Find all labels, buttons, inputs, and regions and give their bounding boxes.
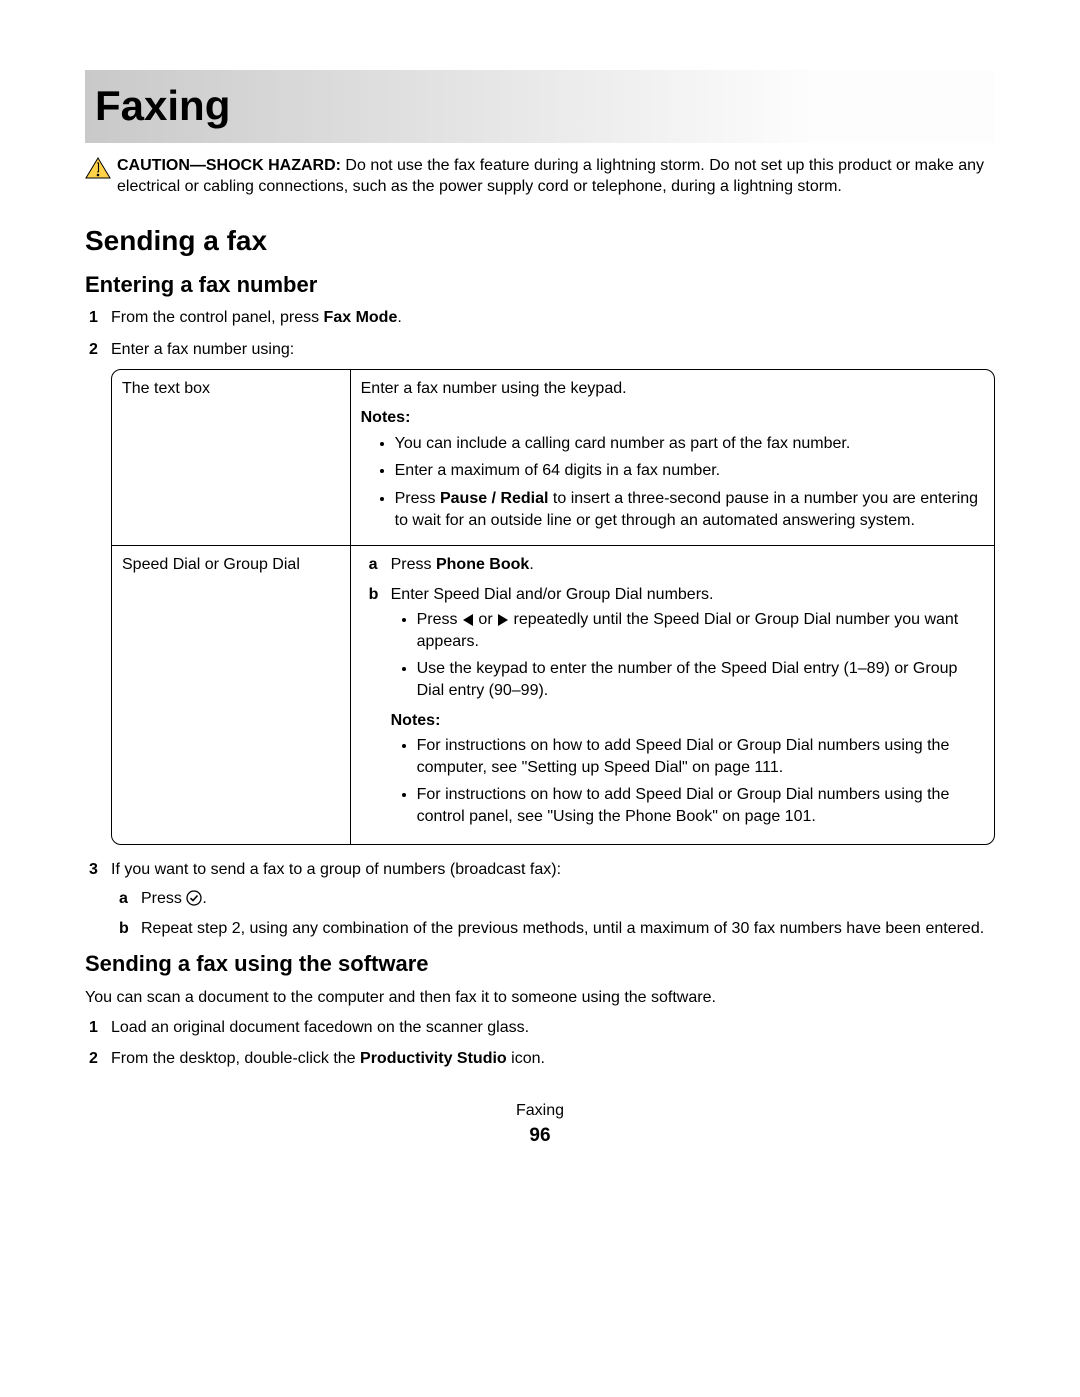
sw-step2-post: icon.	[507, 1050, 545, 1067]
page-footer: Faxing 96	[85, 1100, 995, 1149]
list-item: Press .	[111, 888, 995, 910]
step3-a-pre: Press	[141, 890, 186, 907]
list-item: Use the keypad to enter the number of th…	[417, 658, 984, 701]
cell-speed-dial-content: Press Phone Book. Enter Speed Dial and/o…	[350, 546, 994, 844]
cell-text-box-label: The text box	[112, 370, 350, 546]
step-3-lettered: Press . Repeat step 2, using any combina…	[111, 888, 995, 939]
sw-step-1: Load an original document facedown on th…	[85, 1017, 995, 1039]
step-1-pre: From the control panel, press	[111, 309, 324, 326]
step-1: From the control panel, press Fax Mode.	[85, 307, 995, 329]
chapter-title: Faxing	[85, 70, 995, 143]
list-item: For instructions on how to add Speed Dia…	[417, 784, 984, 827]
caution-text: CAUTION—SHOCK HAZARD: Do not use the fax…	[117, 155, 995, 198]
step-1-post: .	[397, 309, 401, 326]
right-arrow-icon	[497, 613, 509, 627]
warning-icon	[85, 157, 111, 179]
check-circle-icon	[186, 890, 202, 906]
list-item: Enter a maximum of 64 digits in a fax nu…	[395, 460, 984, 482]
steps-software: Load an original document facedown on th…	[85, 1017, 995, 1070]
left-arrow-icon	[462, 613, 474, 627]
row2-a-post: .	[529, 556, 533, 573]
step-3-intro: If you want to send a fax to a group of …	[111, 861, 561, 878]
row1-b3-bold: Pause / Redial	[440, 490, 549, 507]
row2-sub1-pre: Press	[417, 611, 462, 628]
row2-sublist: Press or repeatedly until the Speed Dial…	[391, 609, 984, 701]
notes-label: Notes:	[361, 407, 984, 429]
step-2: Enter a fax number using: The text box E…	[85, 339, 995, 845]
step-2-text: Enter a fax number using:	[111, 341, 294, 358]
list-item: Enter Speed Dial and/or Group Dial numbe…	[361, 584, 984, 828]
cell-text-box-content: Enter a fax number using the keypad. Not…	[350, 370, 994, 546]
table-row: Speed Dial or Group Dial Press Phone Boo…	[112, 546, 994, 844]
notes-label: Notes:	[391, 710, 984, 732]
step3-a-post: .	[202, 890, 206, 907]
caution-label: CAUTION—SHOCK HAZARD:	[117, 157, 341, 174]
software-intro: You can scan a document to the computer …	[85, 987, 995, 1009]
subsection-sending-via-software: Sending a fax using the software	[85, 949, 995, 979]
list-item: For instructions on how to add Speed Dia…	[417, 735, 984, 778]
table-row: The text box Enter a fax number using th…	[112, 370, 994, 546]
footer-chapter-label: Faxing	[85, 1100, 995, 1122]
row2-sub1-mid: or	[474, 611, 497, 628]
list-item: You can include a calling card number as…	[395, 433, 984, 455]
footer-page-number: 96	[85, 1123, 995, 1149]
list-item: Repeat step 2, using any combination of …	[111, 918, 995, 940]
row1-intro: Enter a fax number using the keypad.	[361, 378, 984, 400]
row2-b-text: Enter Speed Dial and/or Group Dial numbe…	[391, 586, 714, 603]
row2-lettered: Press Phone Book. Enter Speed Dial and/o…	[361, 554, 984, 828]
list-item: Press or repeatedly until the Speed Dial…	[417, 609, 984, 652]
sw-step2-bold: Productivity Studio	[360, 1050, 507, 1067]
row1-notes-list: You can include a calling card number as…	[361, 433, 984, 531]
fax-method-table: The text box Enter a fax number using th…	[111, 369, 995, 845]
row2-a-bold: Phone Book	[436, 556, 529, 573]
steps-entering-fax: From the control panel, press Fax Mode. …	[85, 307, 995, 939]
list-item: Press Pause / Redial to insert a three-s…	[395, 488, 984, 531]
caution-block: CAUTION—SHOCK HAZARD: Do not use the fax…	[85, 155, 995, 198]
sw-step-2: From the desktop, double-click the Produ…	[85, 1048, 995, 1070]
step-1-bold: Fax Mode	[324, 309, 398, 326]
cell-speed-dial-label: Speed Dial or Group Dial	[112, 546, 350, 844]
step-3: If you want to send a fax to a group of …	[85, 859, 995, 940]
section-sending-a-fax: Sending a fax	[85, 222, 995, 260]
subsection-entering-fax-number: Entering a fax number	[85, 270, 995, 300]
list-item: Press Phone Book.	[361, 554, 984, 576]
sw-step2-pre: From the desktop, double-click the	[111, 1050, 360, 1067]
row1-b3-pre: Press	[395, 490, 440, 507]
row2-a-pre: Press	[391, 556, 436, 573]
row2-notes-list: For instructions on how to add Speed Dia…	[391, 735, 984, 827]
